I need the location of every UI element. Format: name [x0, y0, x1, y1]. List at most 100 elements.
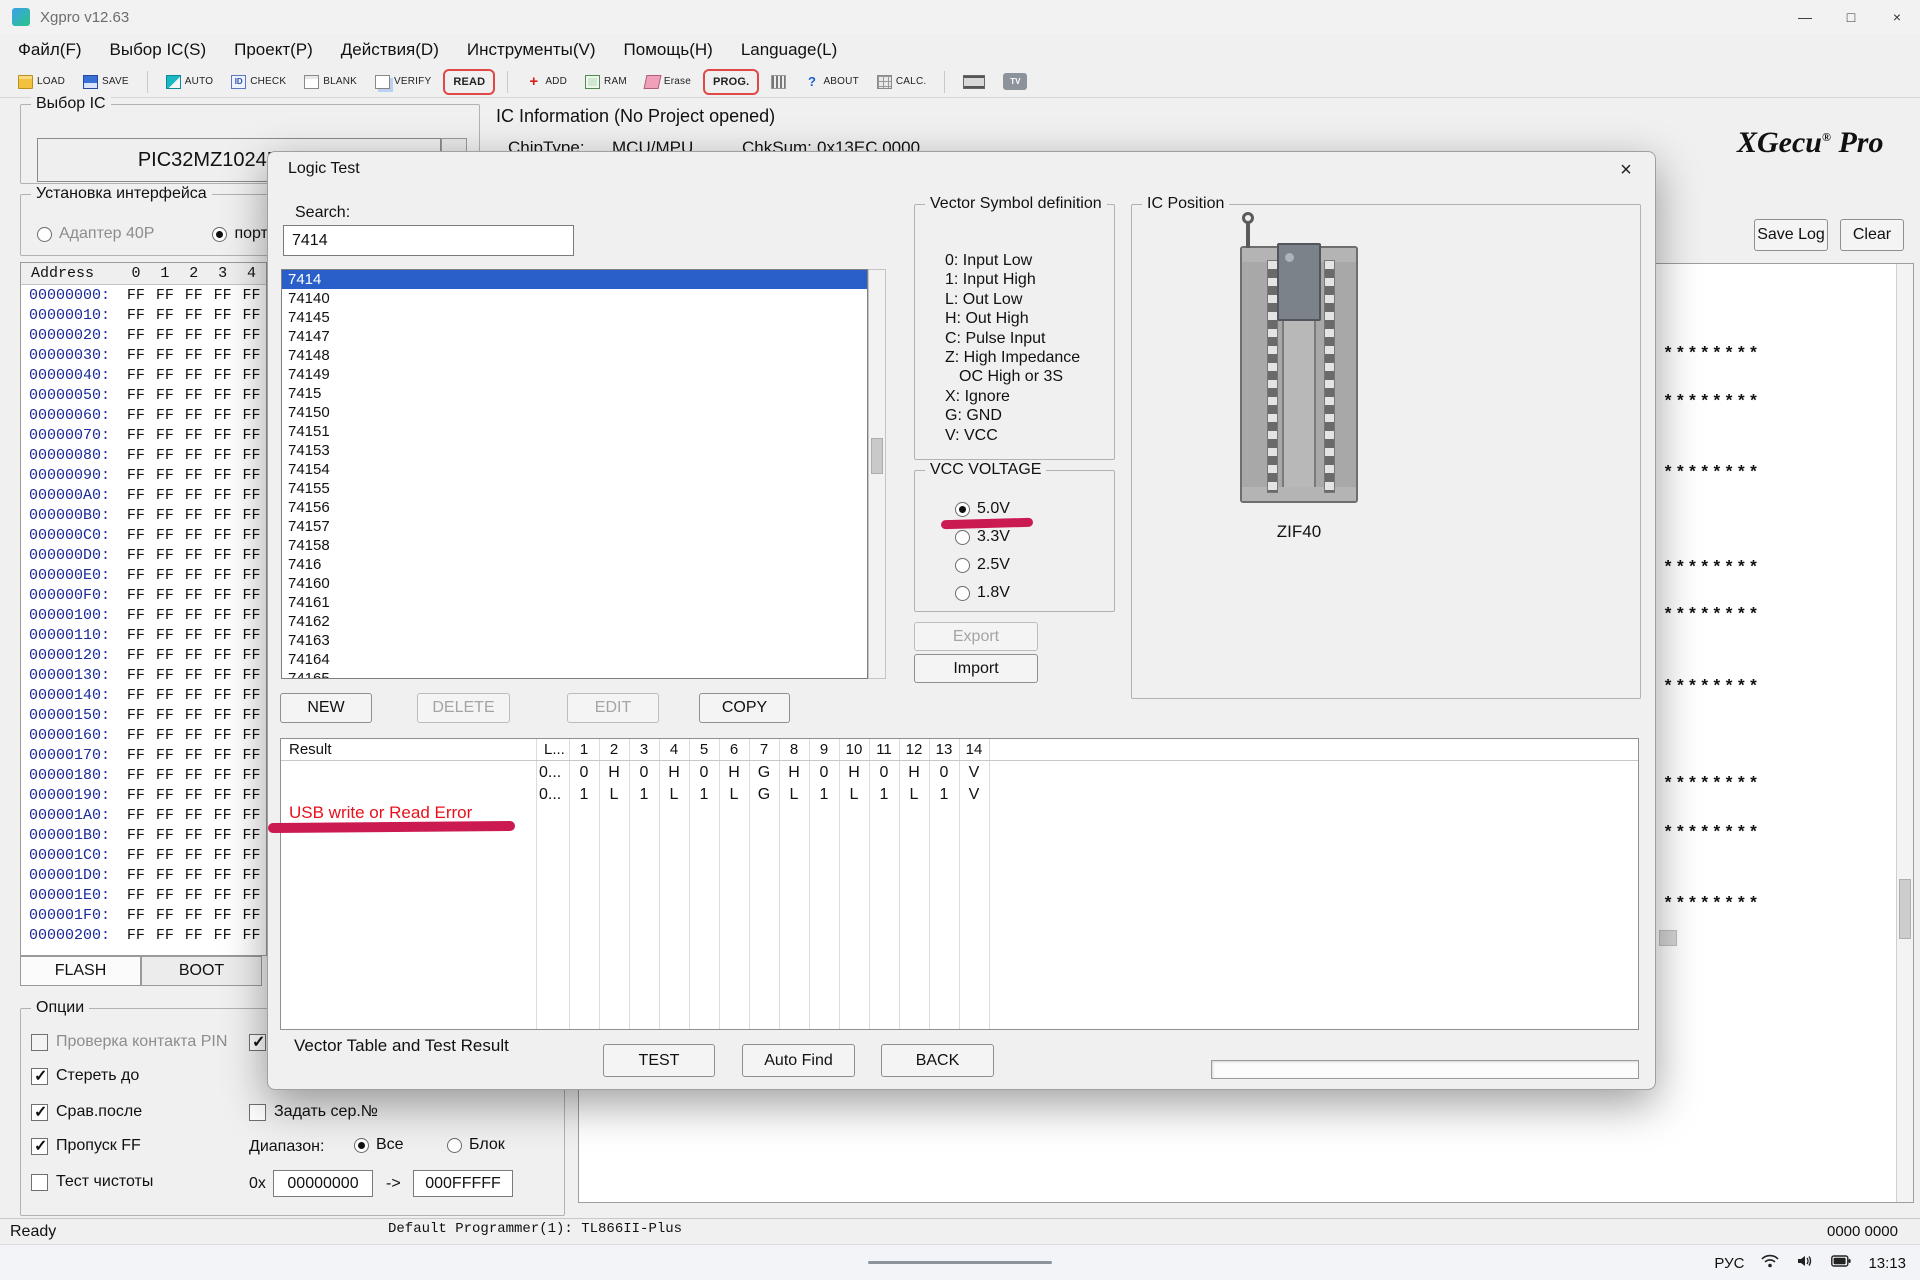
check-button[interactable]: IDCHECK: [225, 69, 292, 95]
menu-item-2[interactable]: Проект(P): [220, 34, 327, 66]
list-item[interactable]: 74157: [282, 517, 867, 536]
app-icon: [12, 8, 30, 26]
checkbox-4[interactable]: Тест чистоты: [31, 1172, 153, 1192]
taskbar[interactable]: РУС 13:13: [0, 1244, 1920, 1280]
list-item[interactable]: 74158: [282, 536, 867, 555]
read-button[interactable]: READ: [443, 69, 495, 95]
range-option-1[interactable]: Блок: [447, 1136, 505, 1154]
verify-button[interactable]: VERIFY: [369, 69, 437, 95]
serial-number-checkbox[interactable]: Задать сер.№: [249, 1102, 378, 1122]
add-button[interactable]: +ADD: [520, 69, 573, 95]
tv-button[interactable]: TV: [997, 69, 1033, 95]
list-item[interactable]: 74145: [282, 308, 867, 327]
copy-button[interactable]: COPY: [699, 693, 790, 723]
list-item[interactable]: 74150: [282, 403, 867, 422]
list-scrollbar-thumb[interactable]: [871, 438, 883, 474]
list-item[interactable]: 74164: [282, 650, 867, 669]
list-item[interactable]: 74160: [282, 574, 867, 593]
list-item[interactable]: 7416: [282, 555, 867, 574]
menu-item-0[interactable]: Файл(F): [4, 34, 96, 66]
menu-item-1[interactable]: Выбор IC(S): [96, 34, 221, 66]
new-button[interactable]: NEW: [280, 693, 372, 723]
list-item[interactable]: 74155: [282, 479, 867, 498]
menu-item-6[interactable]: Language(L): [727, 34, 851, 66]
tab-flash[interactable]: FLASH: [20, 956, 141, 986]
checkbox-1[interactable]: Стереть до: [31, 1066, 139, 1086]
hex-value: FF: [237, 787, 266, 804]
dialog-close-icon[interactable]: ×: [1607, 157, 1645, 184]
list-item[interactable]: 74162: [282, 612, 867, 631]
volume-icon[interactable]: [1796, 1254, 1814, 1273]
pin-detect-extra-checkbox[interactable]: [249, 1032, 266, 1052]
prog-button[interactable]: PROG.: [703, 69, 759, 95]
hex-value: FF: [150, 447, 179, 464]
device-listbox[interactable]: 7414741407414574147741487414974157415074…: [281, 269, 868, 679]
hex-value: FF: [150, 887, 179, 904]
log-scrollbar[interactable]: [1896, 264, 1913, 1202]
save-log-button[interactable]: Save Log: [1754, 219, 1828, 251]
addr-to-field[interactable]: 000FFFFF: [413, 1170, 513, 1197]
vector-line: H: Out High: [945, 309, 1080, 328]
import-button[interactable]: Import: [914, 654, 1038, 683]
hex-buffer-table[interactable]: Address01234 00000000:FFFFFFFFFF00000010…: [20, 262, 267, 956]
list-item[interactable]: 74163: [282, 631, 867, 650]
interface-option-0[interactable]: Адаптер 40Р: [37, 225, 154, 243]
list-item[interactable]: 74148: [282, 346, 867, 365]
list-item[interactable]: 74161: [282, 593, 867, 612]
toolbar: LOAD SAVE AUTOIDCHECKBLANKVERIFYREAD +ADDRA…: [0, 66, 1920, 98]
ic-test-button[interactable]: [765, 69, 792, 95]
blank-button[interactable]: BLANK: [298, 69, 363, 95]
menu-item-4[interactable]: Инструменты(V): [453, 34, 610, 66]
erase-button[interactable]: Erase: [639, 69, 697, 95]
clear-button[interactable]: Clear: [1840, 219, 1904, 251]
ram-button[interactable]: RAM: [579, 69, 633, 95]
close-button[interactable]: ×: [1874, 0, 1920, 34]
checkbox-label: Задать сер.№: [274, 1103, 378, 1121]
list-item[interactable]: 74153: [282, 441, 867, 460]
zif-pin-holes-right: [1324, 260, 1335, 493]
log-scrollbar-thumb[interactable]: [1899, 879, 1911, 939]
checkbox-3[interactable]: Пропуск FF: [31, 1136, 141, 1156]
search-input[interactable]: 7414: [283, 225, 574, 256]
about-button[interactable]: ?ABOUT: [798, 69, 864, 95]
auto-button[interactable]: AUTO: [160, 69, 219, 95]
auto-find-button[interactable]: Auto Find: [742, 1044, 855, 1077]
addr-from-field[interactable]: 00000000: [273, 1170, 373, 1197]
menu-item-5[interactable]: Помощь(H): [610, 34, 727, 66]
list-item[interactable]: 74151: [282, 422, 867, 441]
menu-item-3[interactable]: Действия(D): [327, 34, 453, 66]
checkbox-0[interactable]: Проверка контакта PIN: [31, 1032, 227, 1052]
status-programmer: Default Programmer(1): TL866II-Plus: [388, 1221, 682, 1237]
vcc-option-2[interactable]: 2.5V: [955, 551, 1010, 579]
test-button[interactable]: TEST: [603, 1044, 715, 1077]
back-button[interactable]: BACK: [881, 1044, 994, 1077]
tab-boot[interactable]: BOOT: [141, 956, 262, 986]
list-scrollbar[interactable]: [868, 269, 886, 679]
list-item[interactable]: 74156: [282, 498, 867, 517]
list-item[interactable]: 7414: [282, 270, 867, 289]
keyboard-language-indicator[interactable]: РУС: [1714, 1255, 1744, 1272]
list-item[interactable]: 74154: [282, 460, 867, 479]
hex-value: FF: [237, 847, 266, 864]
maximize-button[interactable]: □: [1828, 0, 1874, 34]
dialog-title: Logic Test: [288, 160, 360, 178]
vcc-option-3[interactable]: 1.8V: [955, 579, 1010, 607]
list-item[interactable]: 74149: [282, 365, 867, 384]
list-item[interactable]: 74140: [282, 289, 867, 308]
battery-icon[interactable]: [1831, 1254, 1851, 1272]
dip-button[interactable]: [957, 69, 991, 95]
save-button[interactable]: SAVE: [77, 69, 135, 95]
checkbox-2[interactable]: Срав.после: [31, 1102, 142, 1122]
minimize-button[interactable]: —: [1782, 0, 1828, 34]
wifi-icon[interactable]: [1761, 1254, 1779, 1273]
list-item[interactable]: 7415: [282, 384, 867, 403]
calc-button[interactable]: CALC.: [871, 69, 932, 95]
result-pin-value: L: [779, 784, 809, 806]
load-button[interactable]: LOAD: [12, 69, 71, 95]
range-option-0[interactable]: Все: [354, 1136, 404, 1154]
clock[interactable]: 13:13: [1868, 1255, 1906, 1272]
hex-value: FF: [121, 847, 150, 864]
list-item[interactable]: 74165: [282, 669, 867, 679]
list-item[interactable]: 74147: [282, 327, 867, 346]
toolbar-label: SAVE: [102, 76, 129, 87]
